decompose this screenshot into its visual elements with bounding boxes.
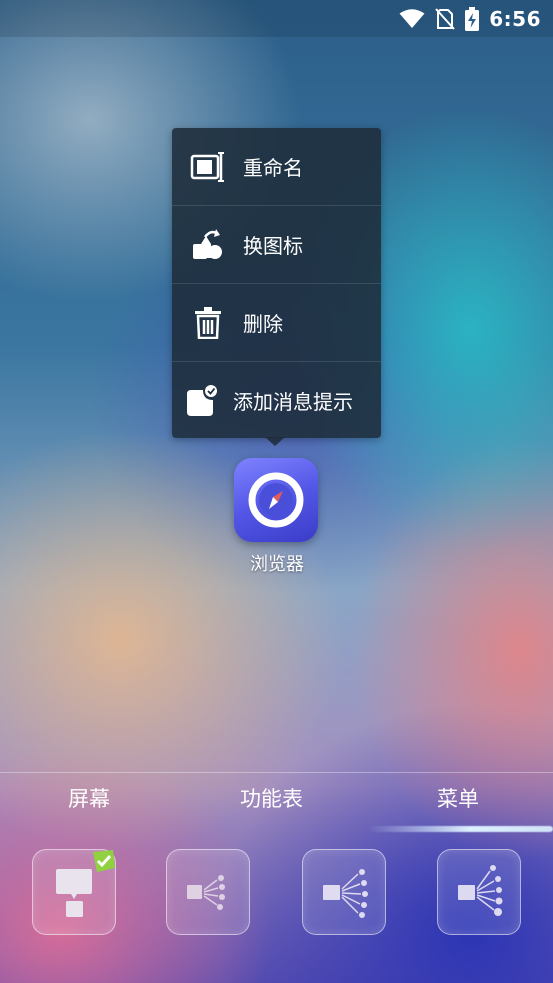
status-time: 6:56 <box>489 7 541 31</box>
active-tab-indicator <box>368 826 553 832</box>
app-browser[interactable]: 浏览器 <box>234 458 320 575</box>
menu-item-label: 换图标 <box>243 234 303 258</box>
menu-item-change-icon[interactable]: 换图标 <box>172 206 381 284</box>
badge-notification-icon <box>184 383 220 419</box>
tab-function-list[interactable]: 功能表 <box>240 783 303 813</box>
rename-icon <box>190 149 226 185</box>
app-label: 浏览器 <box>250 554 304 575</box>
selected-check-icon <box>93 850 115 872</box>
change-icon-icon <box>190 227 226 263</box>
status-bar: 6:56 <box>0 0 553 37</box>
menu-item-delete[interactable]: 删除 <box>172 284 381 362</box>
compass-icon <box>248 472 304 528</box>
menu-spread-small-icon <box>187 875 225 910</box>
menu-item-rename[interactable]: 重命名 <box>172 128 381 206</box>
menu-spread-large-icon <box>458 865 503 916</box>
menu-spread-medium-icon <box>323 869 368 918</box>
context-menu: 重命名 换图标 删除 添加消息提示 <box>172 128 381 438</box>
dock-divider <box>0 772 553 773</box>
context-menu-pointer <box>265 437 285 446</box>
tab-screen[interactable]: 屏幕 <box>68 783 110 813</box>
tile-menu-spread-large[interactable] <box>437 849 521 935</box>
browser-app-icon[interactable] <box>234 458 318 542</box>
dock-tabs: 屏幕 功能表 菜单 <box>0 783 553 819</box>
wifi-icon <box>399 9 425 28</box>
menu-item-add-badge[interactable]: 添加消息提示 <box>172 362 381 439</box>
menu-item-label: 删除 <box>243 312 283 336</box>
menu-item-label: 重命名 <box>243 156 303 180</box>
trash-icon <box>190 305 226 341</box>
menu-item-label: 添加消息提示 <box>233 390 353 414</box>
tile-menu-spread-medium[interactable] <box>302 849 386 935</box>
no-sim-icon <box>435 8 455 30</box>
tile-menu-spread-small[interactable] <box>166 849 250 935</box>
tab-menu[interactable]: 菜单 <box>437 783 479 813</box>
tile-screen-layout[interactable] <box>32 849 116 935</box>
battery-charging-icon <box>465 7 480 31</box>
